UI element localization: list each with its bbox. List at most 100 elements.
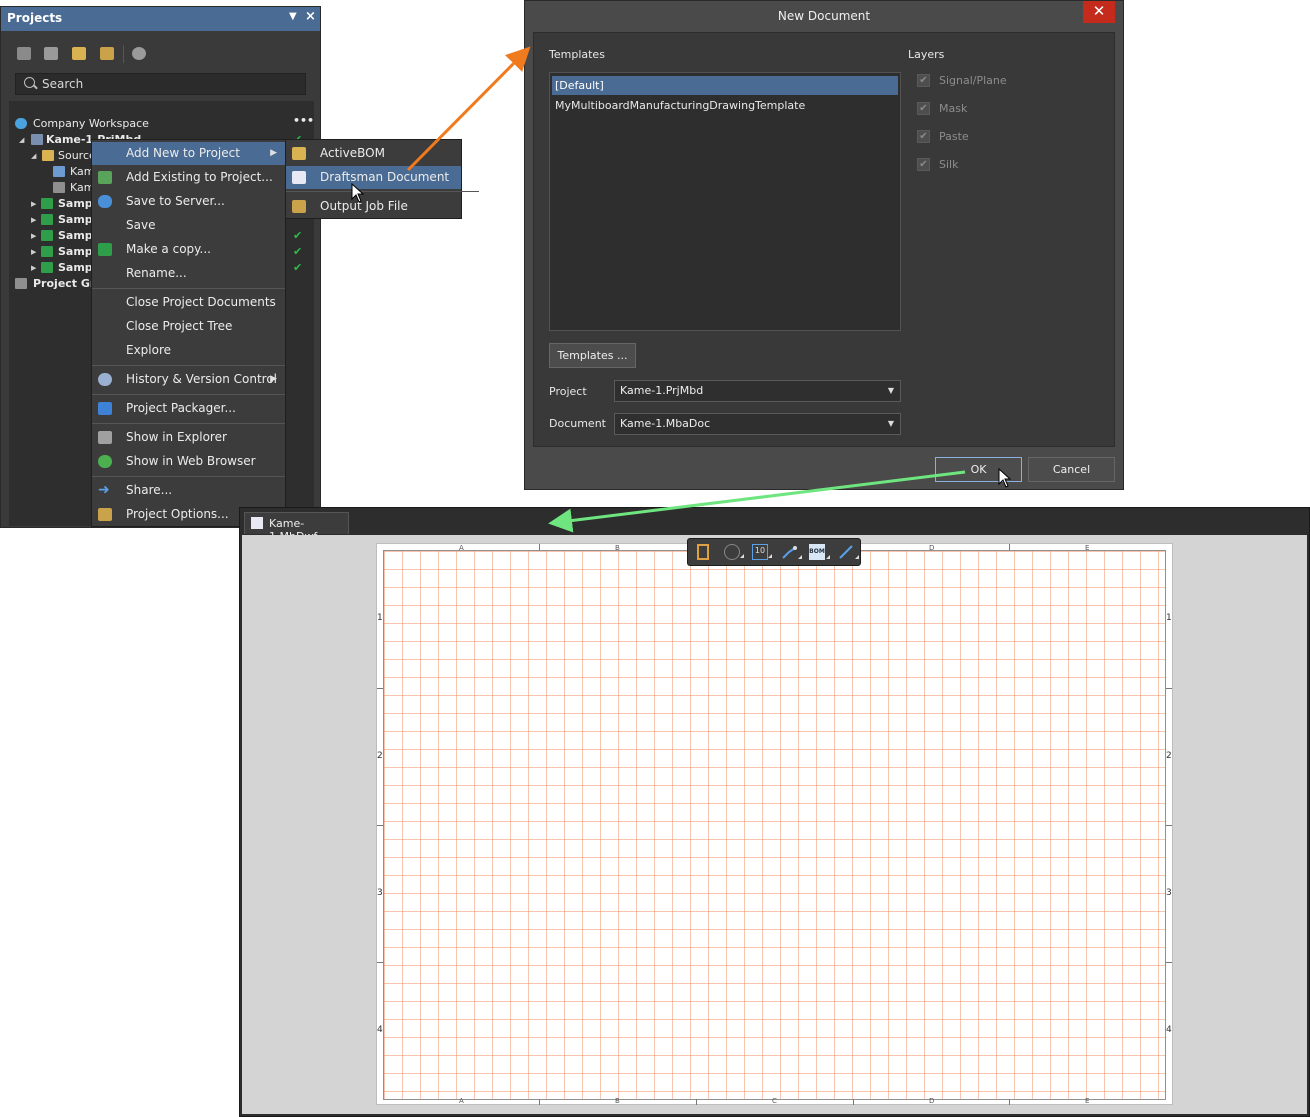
menu-item-label: Show in Web Browser	[126, 454, 256, 468]
menu-separator	[92, 394, 285, 395]
expand-icon[interactable]: ▶	[31, 212, 36, 228]
sheet-grid	[383, 550, 1166, 1100]
board-view-icon[interactable]	[697, 544, 709, 560]
detail-view-icon[interactable]	[724, 544, 744, 560]
zone-number: 4	[377, 1025, 383, 1035]
zone-number: 1	[1166, 613, 1172, 623]
bom-icon[interactable]: BOM	[809, 544, 830, 560]
show-explorer-icon	[98, 431, 112, 444]
folder-icon	[42, 150, 54, 161]
pcb-project-icon	[41, 230, 53, 241]
leader-icon[interactable]	[781, 544, 802, 560]
menu-item-explore[interactable]: Explore	[92, 339, 285, 362]
dialog-body: Templates [Default] MyMultiboardManufact…	[533, 32, 1115, 447]
templates-list[interactable]: [Default] MyMultiboardManufacturingDrawi…	[549, 72, 901, 331]
zone-tick	[377, 825, 383, 826]
panel-menu-icon[interactable]: ▼	[289, 11, 297, 22]
menu-item-add-existing[interactable]: Add Existing to Project...	[92, 166, 285, 189]
submenu-item-output-job[interactable]: Output Job File	[286, 195, 461, 218]
activebom-icon	[292, 147, 306, 160]
zone-tick	[696, 1099, 697, 1105]
dropbox-icon	[98, 402, 112, 415]
expand-icon[interactable]: ▶	[31, 260, 36, 276]
menu-item-save[interactable]: Save	[92, 214, 285, 237]
project-options-icon	[98, 508, 112, 521]
toolbar-divider	[123, 45, 124, 63]
menu-item-share[interactable]: ➜ Share...	[92, 479, 285, 502]
template-item[interactable]: MyMultiboardManufacturingDrawingTemplate	[552, 96, 898, 115]
add-new-icon	[97, 145, 111, 158]
menu-item-rename[interactable]: Rename...	[92, 262, 285, 285]
chevron-down-icon: ▼	[887, 419, 894, 428]
expand-icon[interactable]: ▶	[31, 196, 36, 212]
expand-icon[interactable]: ▶	[31, 244, 36, 260]
zone-tick	[853, 1099, 854, 1105]
expand-icon[interactable]: ◢	[31, 148, 36, 164]
cancel-button[interactable]: Cancel	[1028, 457, 1115, 482]
pcb-project-icon	[41, 214, 53, 225]
submenu-item-activebom[interactable]: ActiveBOM	[286, 142, 461, 165]
search-input[interactable]: Search	[15, 73, 306, 95]
zone-number: 1	[377, 613, 383, 623]
search-placeholder: Search	[42, 77, 84, 91]
new-document-dialog: New Document ✕ Templates [Default] MyMul…	[524, 0, 1124, 490]
drawing-sheet: A B D E A B C D E 1 2 3 4 1 2 3 4	[376, 543, 1173, 1105]
pcb-project-icon	[41, 198, 53, 209]
menu-item-show-in-explorer[interactable]: Show in Explorer	[92, 426, 285, 449]
menu-item-label: Draftsman Document	[320, 170, 450, 184]
layers-label: Layers	[908, 48, 945, 61]
checkbox-icon: ✔	[917, 102, 930, 115]
zone-number: 4	[1166, 1025, 1172, 1035]
zone-label: E	[1085, 1097, 1090, 1105]
templates-label: Templates	[549, 48, 605, 61]
expand-icon[interactable]: ◢	[19, 132, 24, 148]
menu-item-add-new[interactable]: Add New to Project ▶	[92, 142, 285, 165]
submenu-item-draftsman[interactable]: Draftsman Document	[286, 166, 461, 189]
project-icon	[31, 134, 43, 145]
document-tab[interactable]: Kame-1.MbDwf	[244, 512, 349, 543]
menu-item-show-in-web-browser[interactable]: Show in Web Browser	[92, 450, 285, 473]
menu-item-history[interactable]: History & Version Control ▶	[92, 368, 285, 391]
zone-number: 3	[1166, 888, 1172, 898]
submenu-arrow-icon: ▶	[270, 374, 277, 384]
chevron-down-icon: ▼	[887, 386, 894, 395]
checkbox-icon: ✔	[917, 130, 930, 143]
dialog-close-button[interactable]: ✕	[1083, 1, 1115, 23]
zone-number: 2	[1166, 751, 1172, 761]
add-existing-icon	[98, 171, 112, 184]
zone-number: 3	[377, 888, 383, 898]
panel-close-icon[interactable]: ×	[305, 9, 316, 24]
dimension-icon[interactable]: 10	[752, 544, 772, 560]
cloud-icon	[15, 118, 27, 129]
outjob-icon	[292, 200, 306, 213]
zone-tick	[1166, 825, 1172, 826]
gear-icon[interactable]	[132, 47, 146, 60]
copy-icon[interactable]	[44, 47, 58, 60]
layer-label: Signal/Plane	[939, 74, 1007, 87]
menu-separator	[92, 288, 285, 289]
menu-item-close-project-tree[interactable]: Close Project Tree	[92, 315, 285, 338]
save-all-icon[interactable]	[17, 47, 31, 60]
more-icon[interactable]: •••	[293, 113, 314, 129]
active-bar-toolbar: 10 BOM	[687, 538, 861, 566]
expand-icon[interactable]: ▶	[31, 228, 36, 244]
document-select[interactable]: Kame-1.MbaDoc ▼	[614, 413, 901, 435]
panel-header: Projects ▼ ×	[1, 7, 320, 31]
folder-settings-icon[interactable]	[100, 47, 114, 60]
menu-item-close-project-documents[interactable]: Close Project Documents	[92, 291, 285, 314]
zone-label: A	[459, 1097, 464, 1105]
line-icon[interactable]	[838, 544, 859, 560]
menu-item-save-to-server[interactable]: Save to Server...	[92, 190, 285, 213]
zone-label: B	[615, 544, 620, 552]
menu-item-label: Project Options...	[126, 507, 229, 521]
menu-item-label: Make a copy...	[126, 242, 211, 256]
project-select[interactable]: Kame-1.PrjMbd ▼	[614, 380, 901, 402]
menu-item-make-copy[interactable]: Make a copy...	[92, 238, 285, 261]
open-folder-icon[interactable]	[72, 47, 86, 60]
templates-button[interactable]: Templates ...	[549, 343, 636, 368]
menu-item-project-packager[interactable]: Project Packager...	[92, 397, 285, 420]
drawing-canvas[interactable]: A B D E A B C D E 1 2 3 4 1 2 3 4	[242, 535, 1307, 1114]
zone-tick	[539, 544, 540, 550]
zone-label: E	[1085, 544, 1090, 552]
template-item[interactable]: [Default]	[552, 76, 898, 95]
